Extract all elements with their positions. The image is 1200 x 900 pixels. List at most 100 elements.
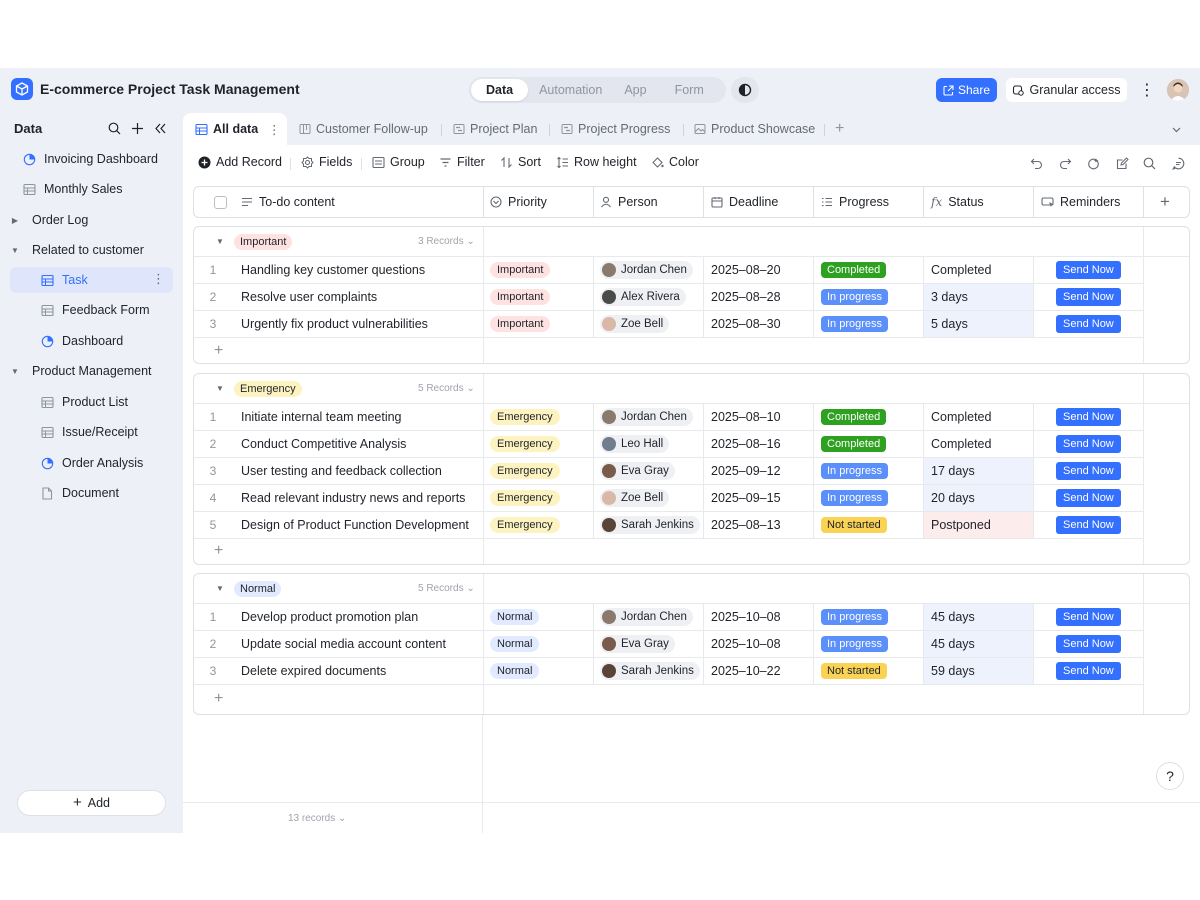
progress-cell[interactable]: In progress (821, 458, 889, 484)
todo-cell[interactable]: User testing and feedback collection (241, 458, 442, 484)
caret-down-icon[interactable]: ▼ (10, 367, 20, 376)
granular-access-button[interactable]: Granular access (1006, 78, 1127, 102)
deadline-cell[interactable]: 2025–10–08 (711, 631, 781, 657)
help-icon[interactable]: ? (1156, 762, 1184, 790)
tab-project-progress[interactable]: Project Progress (561, 113, 670, 145)
total-records-count[interactable]: 13 records ⌄ (288, 813, 346, 824)
share-button[interactable]: Share (936, 78, 997, 102)
person-chip[interactable]: Sarah Jenkins (600, 662, 700, 680)
theme-toggle-icon[interactable] (731, 77, 759, 103)
add-button[interactable]: + Add (17, 790, 166, 816)
priority-cell[interactable]: Emergency (490, 485, 560, 511)
column-header-status[interactable]: fx Status (931, 187, 984, 217)
add-row-icon[interactable]: + (214, 343, 228, 359)
todo-cell[interactable]: Develop product promotion plan (241, 604, 418, 630)
status-cell[interactable]: 59 days (924, 658, 1034, 684)
table-row[interactable]: 1 Initiate internal team meeting Emergen… (194, 404, 1144, 431)
status-cell[interactable]: 20 days (924, 485, 1034, 511)
table-row[interactable]: 1 Handling key customer questions Import… (194, 257, 1144, 284)
sidebar-item-dashboard[interactable]: Dashboard (10, 328, 173, 354)
sidebar-item-related-to-customer[interactable]: ▼ Related to customer (10, 237, 173, 263)
send-now-button[interactable]: Send Now (1056, 261, 1121, 279)
person-cell[interactable]: Zoe Bell (600, 485, 670, 511)
caret-down-icon[interactable]: ▼ (216, 237, 224, 246)
deadline-cell[interactable]: 2025–10–08 (711, 604, 781, 630)
person-cell[interactable]: Sarah Jenkins (600, 512, 700, 538)
redo-icon[interactable] (1057, 155, 1073, 171)
deadline-cell[interactable]: 2025–09–15 (711, 485, 781, 511)
deadline-cell[interactable]: 2025–08–30 (711, 311, 781, 337)
sidebar-item-order-log[interactable]: ▶ Order Log (10, 207, 173, 233)
color-button[interactable]: Color (651, 155, 699, 169)
tab-customer-follow-up[interactable]: Customer Follow-up (299, 113, 428, 145)
deadline-cell[interactable]: 2025–08–10 (711, 404, 781, 430)
todo-cell[interactable]: Design of Product Function Development (241, 512, 469, 538)
mode-tab-app[interactable]: App (613, 79, 668, 101)
person-cell[interactable]: Eva Gray (600, 631, 675, 657)
status-cell[interactable]: Completed (924, 431, 1034, 457)
tab-project-plan[interactable]: Project Plan (453, 113, 537, 145)
person-cell[interactable]: Sarah Jenkins (600, 658, 700, 684)
progress-cell[interactable]: In progress (821, 485, 889, 511)
sidebar-item-feedback-form[interactable]: Feedback Form (10, 297, 173, 323)
todo-cell[interactable]: Delete expired documents (241, 658, 386, 684)
group-header[interactable]: ▼ Normal 5 Records ⌄ (194, 574, 1189, 604)
progress-cell[interactable]: Not started (821, 658, 887, 684)
todo-cell[interactable]: Update social media account content (241, 631, 446, 657)
ai-assistant-icon[interactable] (1085, 155, 1101, 171)
table-row[interactable]: 5 Design of Product Function Development… (194, 512, 1144, 539)
todo-cell[interactable]: Initiate internal team meeting (241, 404, 402, 430)
send-now-button[interactable]: Send Now (1056, 635, 1121, 653)
plus-icon[interactable] (129, 120, 145, 136)
group-header[interactable]: ▼ Important 3 Records ⌄ (194, 227, 1189, 257)
progress-cell[interactable]: Completed (821, 431, 887, 457)
priority-cell[interactable]: Important (490, 257, 551, 283)
table-row[interactable]: 2 Resolve user complaints Important Alex… (194, 284, 1144, 311)
mode-tab-data[interactable]: Data (471, 79, 529, 101)
todo-cell[interactable]: Read relevant industry news and reports (241, 485, 465, 511)
search-icon[interactable] (106, 120, 122, 136)
person-cell[interactable]: Zoe Bell (600, 311, 670, 337)
deadline-cell[interactable]: 2025–08–16 (711, 431, 781, 457)
priority-cell[interactable]: Emergency (490, 512, 560, 538)
fields-button[interactable]: Fields (301, 155, 352, 169)
send-now-button[interactable]: Send Now (1056, 315, 1121, 333)
chevron-down-icon[interactable] (1171, 113, 1182, 145)
todo-cell[interactable]: Handling key customer questions (241, 257, 425, 283)
todo-cell[interactable]: Urgently fix product vulnerabilities (241, 311, 428, 337)
progress-cell[interactable]: Completed (821, 404, 887, 430)
deadline-cell[interactable]: 2025–08–13 (711, 512, 781, 538)
priority-cell[interactable]: Emergency (490, 458, 560, 484)
add-row-icon[interactable]: + (214, 691, 228, 707)
sidebar-item-monthly-sales[interactable]: Monthly Sales (10, 176, 173, 202)
send-now-button[interactable]: Send Now (1056, 516, 1121, 534)
sidebar-item-product-list[interactable]: Product List (10, 389, 173, 415)
progress-cell[interactable]: In progress (821, 604, 889, 630)
comment-icon[interactable] (1170, 155, 1186, 171)
send-now-button[interactable]: Send Now (1056, 608, 1121, 626)
table-row[interactable]: 1 Develop product promotion plan Normal … (194, 604, 1144, 631)
group-record-count[interactable]: 3 Records ⌄ (418, 236, 475, 247)
tab-options-icon[interactable]: ⋮ (268, 122, 281, 137)
table-row[interactable]: 2 Conduct Competitive Analysis Emergency… (194, 431, 1144, 458)
table-row[interactable]: 3 User testing and feedback collection E… (194, 458, 1144, 485)
progress-cell[interactable]: In progress (821, 311, 889, 337)
priority-cell[interactable]: Normal (490, 604, 540, 630)
person-cell[interactable]: Eva Gray (600, 458, 675, 484)
mode-tab-form[interactable]: Form (669, 79, 716, 101)
deadline-cell[interactable]: 2025–09–12 (711, 458, 781, 484)
edit-form-icon[interactable] (1114, 155, 1130, 171)
person-chip[interactable]: Sarah Jenkins (600, 516, 700, 534)
caret-down-icon[interactable]: ▼ (216, 384, 224, 393)
table-row[interactable]: 3 Urgently fix product vulnerabilities I… (194, 311, 1144, 338)
collapse-sidebar-icon[interactable] (152, 120, 168, 136)
progress-cell[interactable]: In progress (821, 631, 889, 657)
priority-cell[interactable]: Emergency (490, 404, 560, 430)
status-cell[interactable]: 45 days (924, 631, 1034, 657)
search-icon[interactable] (1141, 155, 1157, 171)
status-cell[interactable]: 3 days (924, 284, 1034, 310)
add-column-icon[interactable]: + (1160, 187, 1170, 217)
send-now-button[interactable]: Send Now (1056, 489, 1121, 507)
status-cell[interactable]: Completed (924, 404, 1034, 430)
column-header-deadline[interactable]: Deadline (711, 187, 778, 217)
